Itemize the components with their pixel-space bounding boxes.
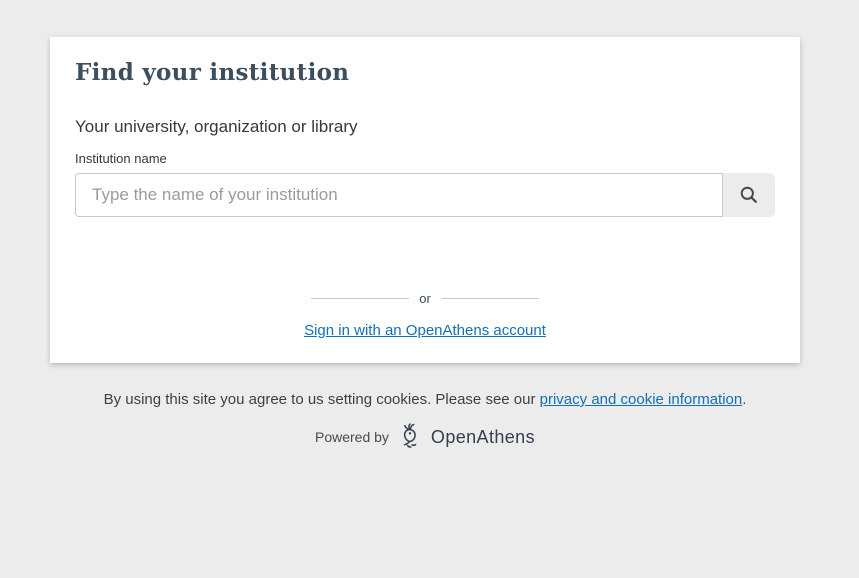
openathens-wordmark: OpenAthens	[431, 427, 535, 448]
search-button[interactable]	[723, 173, 775, 217]
search-icon	[739, 185, 759, 205]
subtitle: Your university, organization or library	[75, 117, 775, 137]
divider-line-left	[311, 298, 409, 299]
signin-row: Sign in with an OpenAthens account	[75, 322, 775, 340]
institution-search-input[interactable]	[75, 173, 723, 217]
openathens-signin-link[interactable]: Sign in with an OpenAthens account	[304, 322, 546, 339]
cookie-text-period: .	[742, 391, 746, 408]
institution-name-label: Institution name	[75, 151, 775, 166]
institution-search-row	[75, 173, 775, 217]
divider-line-right	[441, 298, 539, 299]
find-institution-card: Find your institution Your university, o…	[50, 37, 800, 363]
cookie-text: By using this site you agree to us setti…	[104, 391, 540, 408]
powered-by-label: Powered by	[315, 429, 389, 445]
privacy-cookie-link[interactable]: privacy and cookie information	[540, 391, 743, 408]
divider-text: or	[409, 291, 441, 306]
page-title: Find your institution	[75, 59, 775, 86]
page-wrapper: Find your institution Your university, o…	[50, 37, 800, 452]
powered-by-row: Powered by OpenAthens	[50, 422, 800, 452]
or-divider: or	[75, 291, 775, 306]
cookie-notice: By using this site you agree to us setti…	[50, 391, 800, 408]
openathens-owl-icon	[397, 422, 423, 452]
